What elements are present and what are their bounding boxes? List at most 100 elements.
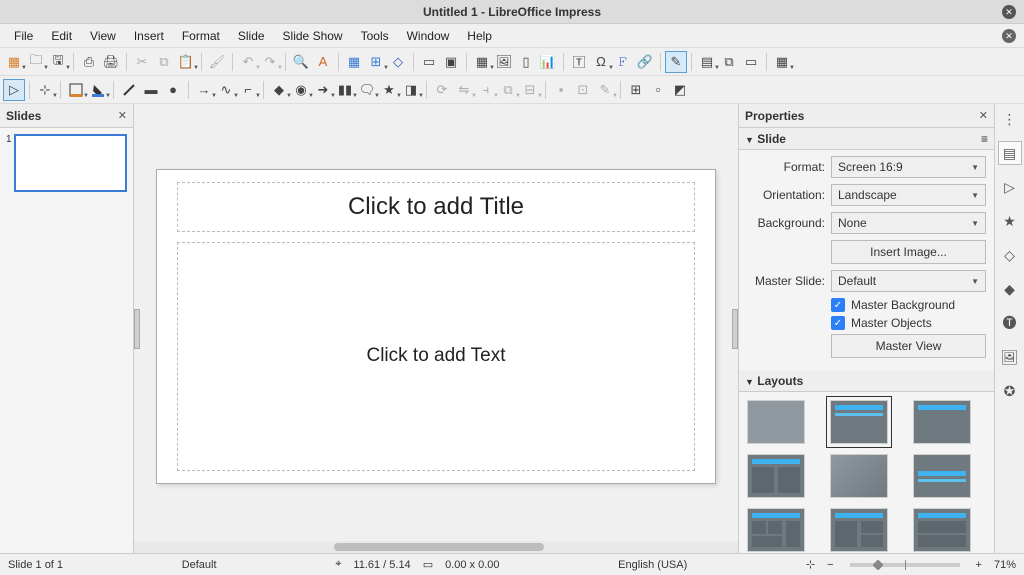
workspace[interactable]: Click to add Title Click to add Text [134, 104, 738, 553]
insert-image-button[interactable]: Insert Image... [831, 240, 986, 264]
flowchart-tool[interactable]: ▮▮▼ [335, 80, 355, 100]
new-button[interactable]: ▦▼ [4, 52, 24, 72]
open-button[interactable]: 🗀▼ [26, 52, 46, 72]
menu-view[interactable]: View [82, 26, 124, 46]
block-arrows-tool[interactable]: ➜▼ [313, 80, 333, 100]
layout-title-content[interactable] [830, 400, 888, 444]
insert-hyperlink-button[interactable]: 🔗 [635, 52, 655, 72]
find-button[interactable]: 🔍 [291, 52, 311, 72]
layout-four[interactable] [747, 508, 805, 552]
tab-shapes-icon[interactable]: ◆ [999, 278, 1021, 300]
align-tool[interactable]: ⫞▼ [476, 80, 496, 100]
layouts-section-header[interactable]: ▼ Layouts [739, 370, 994, 392]
menu-window[interactable]: Window [399, 26, 458, 46]
zoom-out-icon[interactable]: − [827, 559, 833, 571]
master-slide-select[interactable]: Default▼ [831, 270, 986, 292]
basic-shapes-tool[interactable]: ◆▼ [269, 80, 289, 100]
format-select[interactable]: Screen 16:9▼ [831, 156, 986, 178]
menu-slide[interactable]: Slide [230, 26, 273, 46]
grid-button[interactable]: ▦ [344, 52, 364, 72]
slide-section-header[interactable]: ▼ Slide ≡ [739, 128, 994, 150]
master-slide-button[interactable]: ▣ [441, 52, 461, 72]
menu-tools[interactable]: Tools [353, 26, 397, 46]
horizontal-scrollbar[interactable] [134, 541, 738, 553]
left-splitter[interactable] [134, 309, 140, 349]
layout-stacked[interactable] [913, 508, 971, 552]
menu-help[interactable]: Help [459, 26, 500, 46]
print-button[interactable]: 🖨 [101, 52, 121, 72]
tab-slide-transition-icon[interactable]: ▷ [999, 176, 1021, 198]
crop-tool[interactable]: ⊡ [573, 80, 593, 100]
layout-blank[interactable] [747, 400, 805, 444]
shadow-tool[interactable]: ▪ [551, 80, 571, 100]
slide-layout-button[interactable]: ▦▼ [772, 52, 792, 72]
insert-textbox-button[interactable]: 🅃 [569, 52, 589, 72]
zoom-slider[interactable] [850, 563, 960, 567]
tab-master-slides-icon[interactable]: ◇ [999, 244, 1021, 266]
slides-panel-close-icon[interactable]: ✕ [118, 109, 127, 122]
line-tool[interactable] [119, 80, 139, 100]
rectangle-tool[interactable]: ▬ [141, 80, 161, 100]
duplicate-slide-button[interactable]: ⧉ [719, 52, 739, 72]
menu-format[interactable]: Format [174, 26, 228, 46]
tab-navigator-icon[interactable]: ✪ [999, 380, 1021, 402]
lines-arrows-tool[interactable]: →▼ [194, 80, 214, 100]
sidebar-menu-icon[interactable]: ⋮ [999, 108, 1021, 130]
layout-two-content-header[interactable] [913, 454, 971, 498]
fit-page-icon[interactable]: ⊹ [806, 558, 815, 571]
paste-button[interactable]: 📋▼ [176, 52, 196, 72]
menu-slideshow[interactable]: Slide Show [275, 26, 351, 46]
insert-special-char-button[interactable]: Ω▼ [591, 52, 611, 72]
sidebar-close-icon[interactable]: ✕ [979, 109, 988, 122]
tab-properties-icon[interactable]: ▤ [999, 142, 1021, 164]
curves-tool[interactable]: ∿▼ [216, 80, 236, 100]
content-placeholder[interactable]: Click to add Text [177, 242, 695, 471]
tab-animation-icon[interactable]: ★ [999, 210, 1021, 232]
menu-file[interactable]: File [6, 26, 41, 46]
line-color-button[interactable]: ▼ [66, 80, 86, 100]
zoom-tool[interactable]: ⊹▼ [35, 80, 55, 100]
copy-button[interactable]: ⧉ [154, 52, 174, 72]
zoom-in-icon[interactable]: + [976, 559, 982, 571]
insert-table-button[interactable]: ▦▼ [472, 52, 492, 72]
ellipse-tool[interactable]: ● [163, 80, 183, 100]
orientation-select[interactable]: Landscape▼ [831, 184, 986, 206]
background-select[interactable]: None▼ [831, 212, 986, 234]
section-menu-icon[interactable]: ≡ [981, 132, 988, 146]
flip-tool[interactable]: ⇋▼ [454, 80, 474, 100]
clone-format-button[interactable]: 🖌 [207, 52, 227, 72]
cut-button[interactable]: ✂ [132, 52, 152, 72]
tab-styles-icon[interactable]: 🅣 [999, 312, 1021, 334]
window-close-icon[interactable]: ✕ [1002, 5, 1016, 19]
insert-image-button[interactable]: 🖼 [494, 52, 514, 72]
layout-three[interactable] [830, 508, 888, 552]
helplines-button[interactable]: ◇ [388, 52, 408, 72]
callouts-tool[interactable]: 🗨▼ [357, 80, 377, 100]
arrange-tool[interactable]: ⧉▼ [498, 80, 518, 100]
menu-edit[interactable]: Edit [43, 26, 80, 46]
distribute-tool[interactable]: ⊟▼ [520, 80, 540, 100]
symbol-shapes-tool[interactable]: ◉▼ [291, 80, 311, 100]
spellcheck-button[interactable]: A [313, 52, 333, 72]
insert-chart-button[interactable]: 📊 [538, 52, 558, 72]
document-close-icon[interactable]: ✕ [1002, 29, 1016, 43]
master-view-button[interactable]: Master View [831, 334, 986, 358]
layout-title-only[interactable] [747, 454, 805, 498]
filter-tool[interactable]: ✎▼ [595, 80, 615, 100]
redo-button[interactable]: ↷▼ [260, 52, 280, 72]
layout-centered[interactable] [830, 454, 888, 498]
select-tool[interactable]: ▷ [4, 80, 24, 100]
extrusion-tool[interactable]: ◩ [670, 80, 690, 100]
points-tool[interactable]: ⊞ [626, 80, 646, 100]
right-splitter[interactable] [732, 309, 738, 349]
3d-objects-tool[interactable]: ◨▼ [401, 80, 421, 100]
layout-title-two-content[interactable] [913, 400, 971, 444]
fill-color-button[interactable]: ▼ [88, 80, 108, 100]
rotate-tool[interactable]: ⟳ [432, 80, 452, 100]
show-draw-functions-button[interactable]: ✎ [666, 52, 686, 72]
connectors-tool[interactable]: ⌐▼ [238, 80, 258, 100]
title-placeholder[interactable]: Click to add Title [177, 182, 695, 232]
status-zoom[interactable]: 71% [994, 559, 1016, 571]
new-slide-button[interactable]: ▤▼ [697, 52, 717, 72]
delete-slide-button[interactable]: ▭ [741, 52, 761, 72]
